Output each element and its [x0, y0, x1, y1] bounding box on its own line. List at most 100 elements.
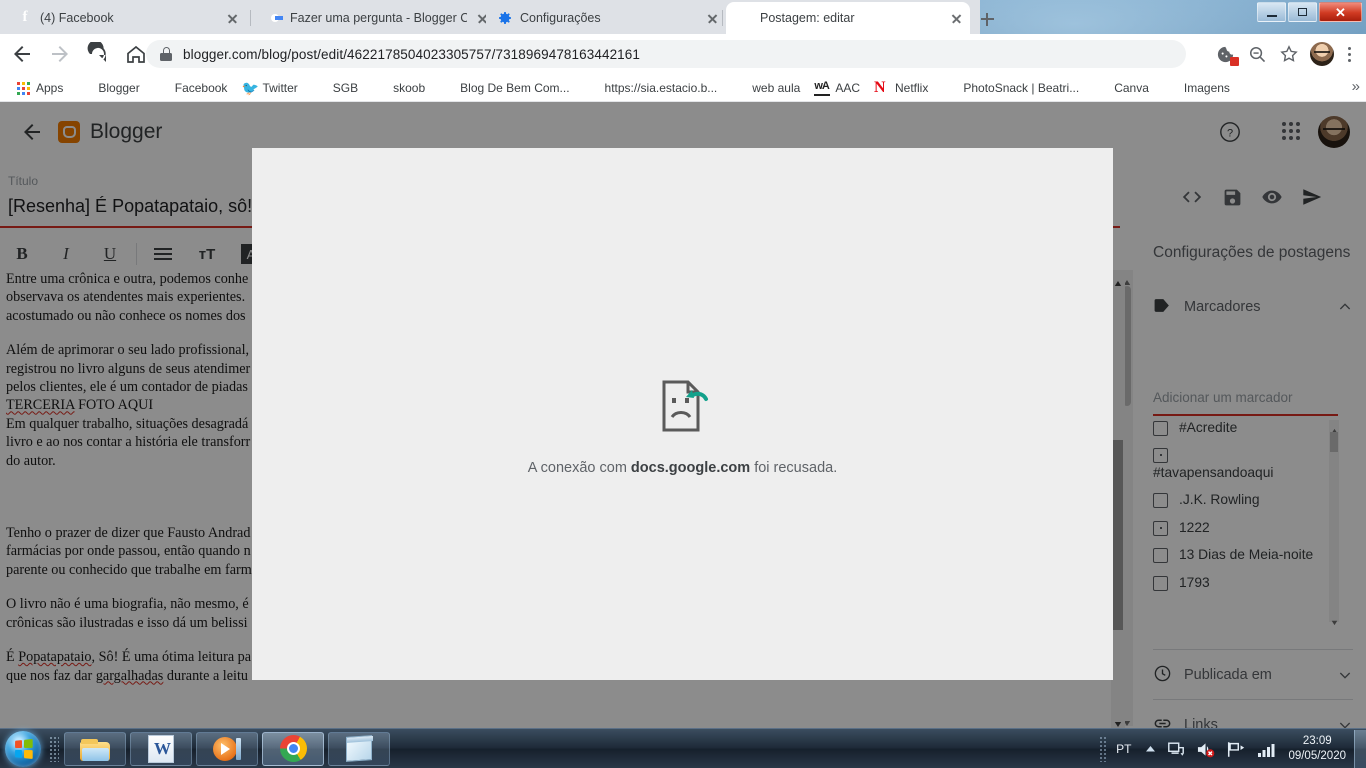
imagens-icon — [1163, 80, 1179, 96]
tab-strip: (4) Facebook Fazer uma pergunta - Blogge… — [0, 0, 1366, 34]
bookmark-aac[interactable]: wA AAC — [807, 76, 867, 100]
notepad-icon — [346, 735, 372, 762]
browser-toolbar: blogger.com/blog/post/edit/4622178504023… — [0, 34, 1366, 74]
bookmark-label: AAC — [835, 80, 860, 95]
bookmark-label: Canva — [1114, 80, 1149, 95]
tab-close-icon[interactable] — [224, 10, 240, 26]
reload-icon[interactable] — [82, 38, 114, 70]
maximize-button[interactable] — [1288, 2, 1317, 22]
clock-time: 23:09 — [1302, 735, 1332, 747]
bookmarks-bar: Apps Blogger Facebook 🐦 Twitter SGB skoo… — [0, 74, 1366, 102]
taskbar-microsoft-word[interactable] — [130, 731, 192, 766]
bookmark-star-icon[interactable] — [1274, 40, 1304, 68]
dialog-message: A conexão com docs.google.com foi recusa… — [252, 460, 1113, 476]
blogger-icon — [737, 10, 753, 26]
tab-title: Postagem: editar — [760, 11, 855, 25]
cookie-blocked-icon[interactable] — [1210, 40, 1240, 68]
bookmark-blogger[interactable]: Blogger — [70, 76, 146, 100]
sgb-icon — [312, 80, 328, 96]
windows-taskbar: PT 23:09 09/05/2020 — [0, 728, 1366, 768]
address-bar[interactable]: blogger.com/blog/post/edit/4622178504023… — [146, 40, 1186, 68]
volume-muted-icon[interactable] — [1196, 741, 1215, 758]
apps-grid-icon — [15, 80, 31, 96]
bookmark-skoob[interactable]: skoob — [365, 76, 432, 100]
bookmarks-overflow-icon[interactable]: » — [1352, 78, 1360, 95]
tab-close-icon[interactable] — [948, 10, 964, 26]
bookmark-web-aula[interactable]: web aula — [724, 76, 807, 100]
taskbar-notepad[interactable] — [328, 731, 390, 766]
bookmark-canva[interactable]: Canva — [1086, 76, 1156, 100]
facebook-icon — [154, 80, 170, 96]
bookmark-photosnack[interactable]: PhotoSnack | Beatri... — [935, 76, 1086, 100]
language-indicator[interactable]: PT — [1116, 742, 1131, 756]
instagram-icon — [439, 80, 455, 96]
windows-start-orb[interactable] — [2, 730, 44, 768]
back-icon[interactable] — [6, 38, 38, 70]
bookmark-sgb[interactable]: SGB — [305, 76, 365, 100]
browser-tab-facebook[interactable]: (4) Facebook — [6, 2, 246, 34]
folder-icon — [80, 737, 110, 761]
new-tab-button[interactable] — [975, 7, 999, 31]
blogger-post-editor: Blogger ? Título [Resenha] É Popatapatai… — [0, 102, 1366, 728]
aac-icon: wA — [814, 80, 831, 96]
signal-bars-icon[interactable] — [1257, 742, 1277, 757]
profile-avatar[interactable] — [1310, 42, 1334, 66]
bookmark-label: Imagens — [1183, 80, 1230, 95]
diamond-icon — [731, 80, 747, 96]
forward-icon[interactable] — [44, 38, 76, 70]
dialog-message-suffix: foi recusada. — [750, 460, 838, 476]
canva-icon — [1093, 80, 1109, 96]
network-share-icon[interactable] — [1167, 741, 1185, 758]
browser-tab-postagem-editar[interactable]: Postagem: editar — [726, 2, 970, 34]
tab-title: Fazer uma pergunta - Blogger Co — [290, 11, 467, 25]
twitter-icon: 🐦 — [241, 79, 259, 96]
browser-tab-configuracoes[interactable]: Configurações — [486, 2, 726, 34]
url-text: blogger.com/blog/post/edit/4622178504023… — [183, 46, 641, 62]
zoom-out-icon[interactable] — [1242, 40, 1272, 68]
gear-icon — [497, 10, 513, 26]
bookmark-twitter[interactable]: 🐦 Twitter — [234, 76, 304, 100]
bookmark-label: Facebook — [174, 80, 228, 95]
minimize-button[interactable] — [1257, 2, 1286, 22]
tab-close-icon[interactable] — [704, 10, 720, 26]
browser-tab-blogger-community[interactable]: Fazer uma pergunta - Blogger Co — [256, 2, 496, 34]
connection-refused-dialog: A conexão com docs.google.com foi recusa… — [252, 148, 1113, 680]
bookmark-netflix[interactable]: N Netflix — [867, 76, 935, 100]
bookmark-label: Twitter — [262, 80, 298, 95]
bookmark-label: Blog De Bem Com... — [460, 80, 570, 95]
taskbar-file-explorer[interactable] — [64, 731, 126, 766]
dialog-message-prefix: A conexão com — [527, 460, 631, 476]
taskbar-windows-media-player[interactable] — [196, 731, 258, 766]
blogger-icon — [77, 80, 93, 96]
bookmark-imagens[interactable]: Imagens — [1156, 76, 1237, 100]
clock[interactable]: 23:09 09/05/2020 — [1288, 734, 1346, 764]
bookmark-apps[interactable]: Apps — [8, 76, 70, 100]
netflix-icon: N — [874, 78, 886, 96]
toolbar-icons — [1210, 40, 1358, 68]
chrome-window: (4) Facebook Fazer uma pergunta - Blogge… — [0, 0, 1366, 728]
bookmark-facebook[interactable]: Facebook — [147, 76, 235, 100]
chrome-icon — [279, 735, 307, 762]
bookmark-label: Netflix — [895, 80, 929, 95]
close-button[interactable]: ✕ — [1319, 2, 1362, 22]
bookmark-sia-estacio[interactable]: https://sia.estacio.b... — [577, 76, 725, 100]
system-tray: PT 23:09 09/05/2020 — [1099, 729, 1366, 768]
taskbar-grip — [49, 735, 59, 762]
bookmark-label: PhotoSnack | Beatri... — [963, 80, 1080, 95]
show-desktop-button[interactable] — [1354, 730, 1366, 768]
dialog-content: A conexão com docs.google.com foi recusa… — [252, 378, 1113, 476]
bookmark-label: Blogger — [98, 80, 140, 95]
window-controls: ✕ — [1257, 2, 1362, 22]
skoob-icon — [372, 80, 388, 96]
facebook-icon — [17, 10, 33, 26]
photosnack-icon — [942, 80, 958, 96]
taskbar-google-chrome[interactable] — [262, 731, 324, 766]
media-player-icon — [213, 736, 241, 762]
sad-page-icon — [657, 378, 709, 434]
show-hidden-icons-button[interactable] — [1145, 745, 1156, 753]
google-icon — [267, 10, 283, 26]
chrome-menu-icon[interactable] — [1340, 44, 1358, 64]
flag-action-center-icon[interactable] — [1226, 741, 1246, 758]
bookmark-blog-de-bem-com[interactable]: Blog De Bem Com... — [432, 76, 576, 100]
bookmark-label: skoob — [393, 80, 426, 95]
